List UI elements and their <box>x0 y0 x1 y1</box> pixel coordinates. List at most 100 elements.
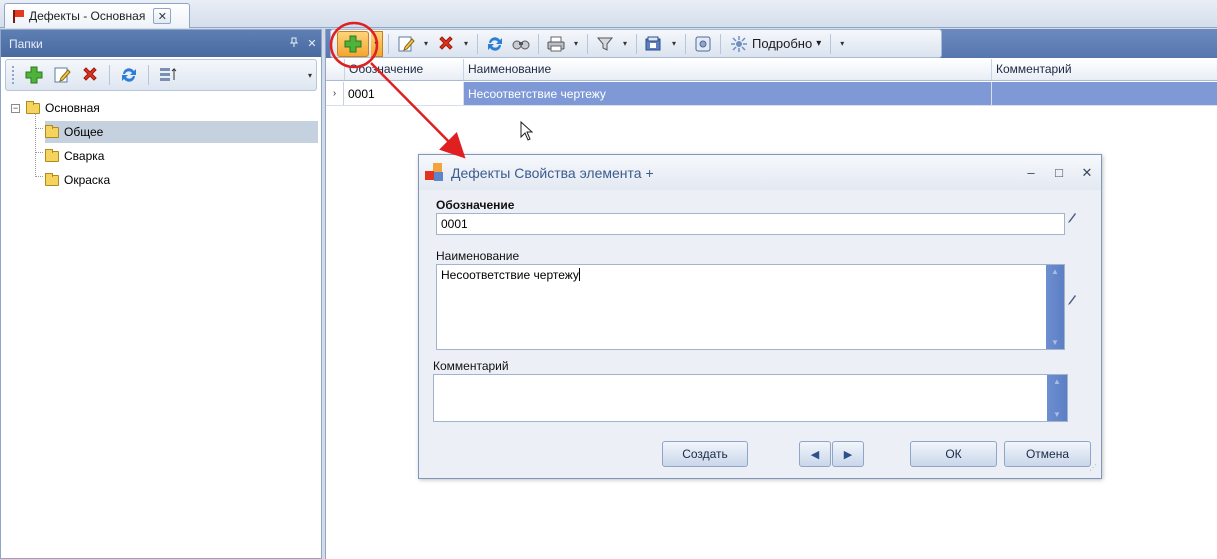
tree-node-label: Общее <box>64 125 104 139</box>
app-logo-icon <box>425 162 445 183</box>
folders-toolbar: ▾ <box>5 59 317 91</box>
folder-icon <box>45 124 59 138</box>
add-item-button[interactable] <box>337 30 369 57</box>
edit-pencil-icon[interactable] <box>1067 211 1077 226</box>
text-caret <box>578 268 580 281</box>
refresh-icon[interactable] <box>483 33 507 55</box>
panel-close-button[interactable]: ✕ <box>303 37 321 50</box>
toolbar-separator <box>587 33 588 54</box>
column-header-name[interactable]: Наименование <box>464 59 992 80</box>
cell-code[interactable]: 0001 <box>344 82 464 105</box>
main-toolbar: ▾ ▾ ▾ ▾ ▾ ▾ Подробно ▾ ▾ <box>330 29 942 58</box>
chevron-down-icon: ▾ <box>816 38 822 49</box>
filter-dropdown-icon[interactable]: ▾ <box>619 39 631 48</box>
tree-node-label: Сварка <box>64 149 105 163</box>
filter-icon[interactable] <box>593 33 617 55</box>
toolbar-separator <box>477 33 478 54</box>
tree-connector <box>35 113 36 177</box>
tree-node-painting[interactable]: Окраска <box>45 169 110 191</box>
folders-panel-title: Папки <box>9 36 43 51</box>
prev-button[interactable]: ◀ <box>799 441 831 467</box>
details-icon <box>731 35 747 52</box>
mouse-cursor-icon <box>520 121 534 141</box>
minimize-button[interactable]: – <box>1017 165 1045 180</box>
pin-icon[interactable] <box>285 37 303 50</box>
tab-close-button[interactable]: ✕ <box>153 8 172 24</box>
table-row[interactable]: › 0001 Несоответствие чертежу <box>326 82 1217 106</box>
comment-field[interactable]: ▲ ▼ <box>433 374 1068 422</box>
edit-pencil-icon[interactable] <box>1067 293 1077 308</box>
toolbar-overflow-icon[interactable]: ▾ <box>836 39 848 48</box>
scroll-up-icon[interactable]: ▲ <box>1053 377 1061 386</box>
settings-icon[interactable] <box>691 33 715 55</box>
tree-connector <box>35 152 43 153</box>
add-folder-icon[interactable] <box>22 64 46 86</box>
name-field[interactable]: Несоответствие чертежу ▲ ▼ <box>436 264 1065 350</box>
comment-label: Комментарий <box>433 359 509 373</box>
find-icon[interactable] <box>509 33 533 55</box>
toolbar-separator <box>685 33 686 54</box>
print-icon[interactable] <box>544 33 568 55</box>
tab-label: Дефекты - Основная <box>29 9 146 23</box>
column-header-code[interactable]: Обозначение <box>345 59 464 80</box>
ok-button[interactable]: ОК <box>910 441 997 467</box>
tree-node-welding[interactable]: Сварка <box>45 145 104 167</box>
folder-icon <box>45 148 59 162</box>
toolbar-separator <box>720 33 721 54</box>
toolbar-separator <box>636 33 637 54</box>
toolbar-separator <box>388 33 389 54</box>
name-label: Наименование <box>436 249 520 263</box>
tree-connector <box>35 176 43 177</box>
toolbar-separator <box>830 33 832 54</box>
dialog-close-button[interactable]: ✕ <box>1073 165 1101 181</box>
grid-header: Обозначение Наименование Комментарий <box>326 59 1217 81</box>
toolbar-overflow-icon[interactable]: ▾ <box>304 71 316 80</box>
code-field[interactable]: 0001 <box>436 213 1065 235</box>
column-header-comment[interactable]: Комментарий <box>992 59 1217 80</box>
scroll-up-icon[interactable]: ▲ <box>1051 267 1059 276</box>
resize-grip-icon[interactable]: ⋰ <box>1089 464 1099 476</box>
next-button[interactable]: ▶ <box>832 441 864 467</box>
name-field-text: Несоответствие чертежу <box>441 268 579 282</box>
collapse-icon[interactable]: − <box>11 103 20 113</box>
grid-corner <box>326 59 345 80</box>
export-dropdown-icon[interactable]: ▾ <box>668 39 680 48</box>
item-properties-dialog: Дефекты Свойства элемента + – □ ✕ Обозна… <box>418 154 1102 479</box>
scroll-down-icon[interactable]: ▼ <box>1051 338 1059 347</box>
cell-comment[interactable] <box>992 82 1217 105</box>
document-tabstrip: Дефекты - Основная ✕ <box>0 0 1217 28</box>
delete-icon[interactable] <box>434 33 458 55</box>
add-dropdown-icon[interactable]: ▾ <box>371 30 383 57</box>
dialog-titlebar[interactable]: Дефекты Свойства элемента + – □ ✕ <box>419 155 1101 190</box>
edit-folder-icon[interactable] <box>50 64 74 86</box>
comment-scrollbar[interactable]: ▲ ▼ <box>1047 375 1067 421</box>
toolbar-separator <box>148 65 149 85</box>
delete-folder-icon[interactable] <box>78 64 102 86</box>
refresh-icon[interactable] <box>117 64 141 86</box>
name-scrollbar[interactable]: ▲ ▼ <box>1046 265 1064 349</box>
tab-defects-main[interactable]: Дефекты - Основная ✕ <box>4 3 190 28</box>
tree-node-general[interactable]: Общее <box>45 121 318 143</box>
edit-dropdown-icon[interactable]: ▾ <box>420 39 432 48</box>
folders-panel: Папки ✕ ▾ − Основная Общее Сварка Окраск… <box>0 29 322 559</box>
sort-icon[interactable] <box>156 64 180 86</box>
toolbar-separator <box>538 33 539 54</box>
cancel-button[interactable]: Отмена <box>1004 441 1091 467</box>
print-dropdown-icon[interactable]: ▾ <box>570 39 582 48</box>
scroll-down-icon[interactable]: ▼ <box>1053 410 1061 419</box>
cell-name[interactable]: Несоответствие чертежу <box>464 82 992 105</box>
delete-dropdown-icon[interactable]: ▾ <box>460 39 472 48</box>
edit-icon[interactable] <box>394 33 418 55</box>
export-icon[interactable] <box>642 33 666 55</box>
details-view-button[interactable]: Подробно ▾ <box>726 35 825 53</box>
tree-connector <box>35 128 43 129</box>
flag-icon <box>11 9 25 23</box>
toolbar-grip[interactable] <box>12 66 15 84</box>
toolbar-separator <box>109 65 110 85</box>
tree-node-label: Окраска <box>64 173 111 187</box>
tree-node-root[interactable]: − Основная <box>11 97 100 119</box>
create-button[interactable]: Создать <box>662 441 748 467</box>
tree-node-label: Основная <box>45 101 100 115</box>
maximize-button[interactable]: □ <box>1045 165 1073 180</box>
folder-icon <box>26 100 40 114</box>
